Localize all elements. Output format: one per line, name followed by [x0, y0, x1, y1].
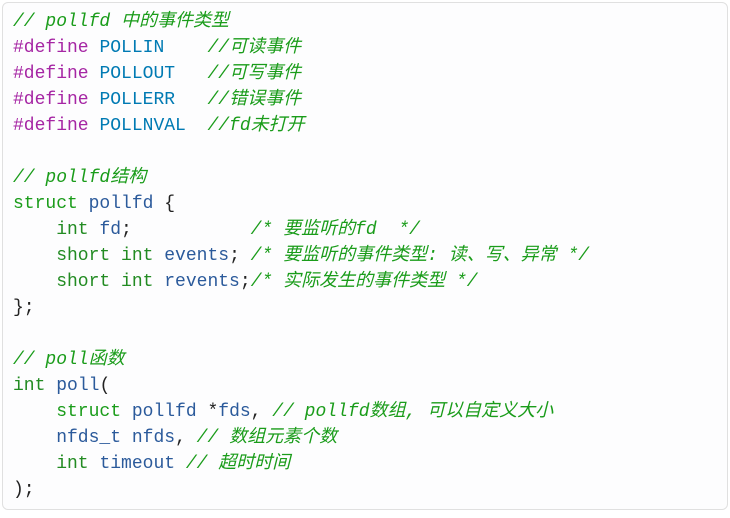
field-fd: fd: [99, 220, 121, 240]
keyword-struct: struct: [13, 194, 78, 214]
type-int: int: [13, 376, 45, 396]
comment: /* 要监听的fd */: [251, 220, 420, 240]
punct: *: [197, 402, 219, 422]
struct-name: pollfd: [89, 194, 154, 214]
param-nfds: nfds: [132, 428, 175, 448]
preproc-define: #define: [13, 64, 89, 84]
field-events: events: [164, 246, 229, 266]
punct: ,: [251, 402, 273, 422]
punct: ;: [121, 220, 251, 240]
type-int: int: [13, 454, 89, 474]
func-poll: poll: [56, 376, 99, 396]
comment: /* 要监听的事件类型: 读、写、异常 */: [251, 246, 589, 266]
punct: );: [13, 480, 35, 500]
punct: ;: [229, 246, 251, 266]
punct: (: [99, 376, 110, 396]
comment-line: // poll函数: [13, 350, 125, 370]
comment: //错误事件: [207, 90, 301, 110]
preproc-define: #define: [13, 90, 89, 110]
macro-name: POLLOUT: [99, 64, 175, 84]
param-fds: fds: [218, 402, 250, 422]
comment: /* 实际发生的事件类型 */: [251, 272, 478, 292]
keyword-struct: struct: [13, 402, 121, 422]
comment: //fd未打开: [207, 116, 304, 136]
param-timeout: timeout: [99, 454, 175, 474]
punct: ,: [175, 428, 197, 448]
type-short-int: short int: [13, 246, 153, 266]
macro-name: POLLNVAL: [99, 116, 185, 136]
macro-name: POLLERR: [99, 90, 175, 110]
field-revents: revents: [164, 272, 240, 292]
comment-line: // pollfd 中的事件类型: [13, 12, 229, 32]
comment: // 超时时间: [186, 454, 290, 474]
punct: };: [13, 298, 35, 318]
type-nfds_t: nfds_t: [13, 428, 121, 448]
comment-line: // pollfd结构: [13, 168, 146, 188]
comment: // 数组元素个数: [197, 428, 337, 448]
punct: ;: [240, 272, 251, 292]
type-short-int: short int: [13, 272, 153, 292]
macro-name: POLLIN: [99, 38, 164, 58]
type-int: int: [13, 220, 89, 240]
comment: //可写事件: [207, 64, 301, 84]
preproc-define: #define: [13, 38, 89, 58]
comment: // pollfd数组, 可以自定义大小: [272, 402, 553, 422]
code-block: // pollfd 中的事件类型 #define POLLIN //可读事件 #…: [2, 2, 728, 510]
type-pollfd: pollfd: [132, 402, 197, 422]
comment: //可读事件: [207, 38, 301, 58]
punct: {: [153, 194, 175, 214]
preproc-define: #define: [13, 116, 89, 136]
